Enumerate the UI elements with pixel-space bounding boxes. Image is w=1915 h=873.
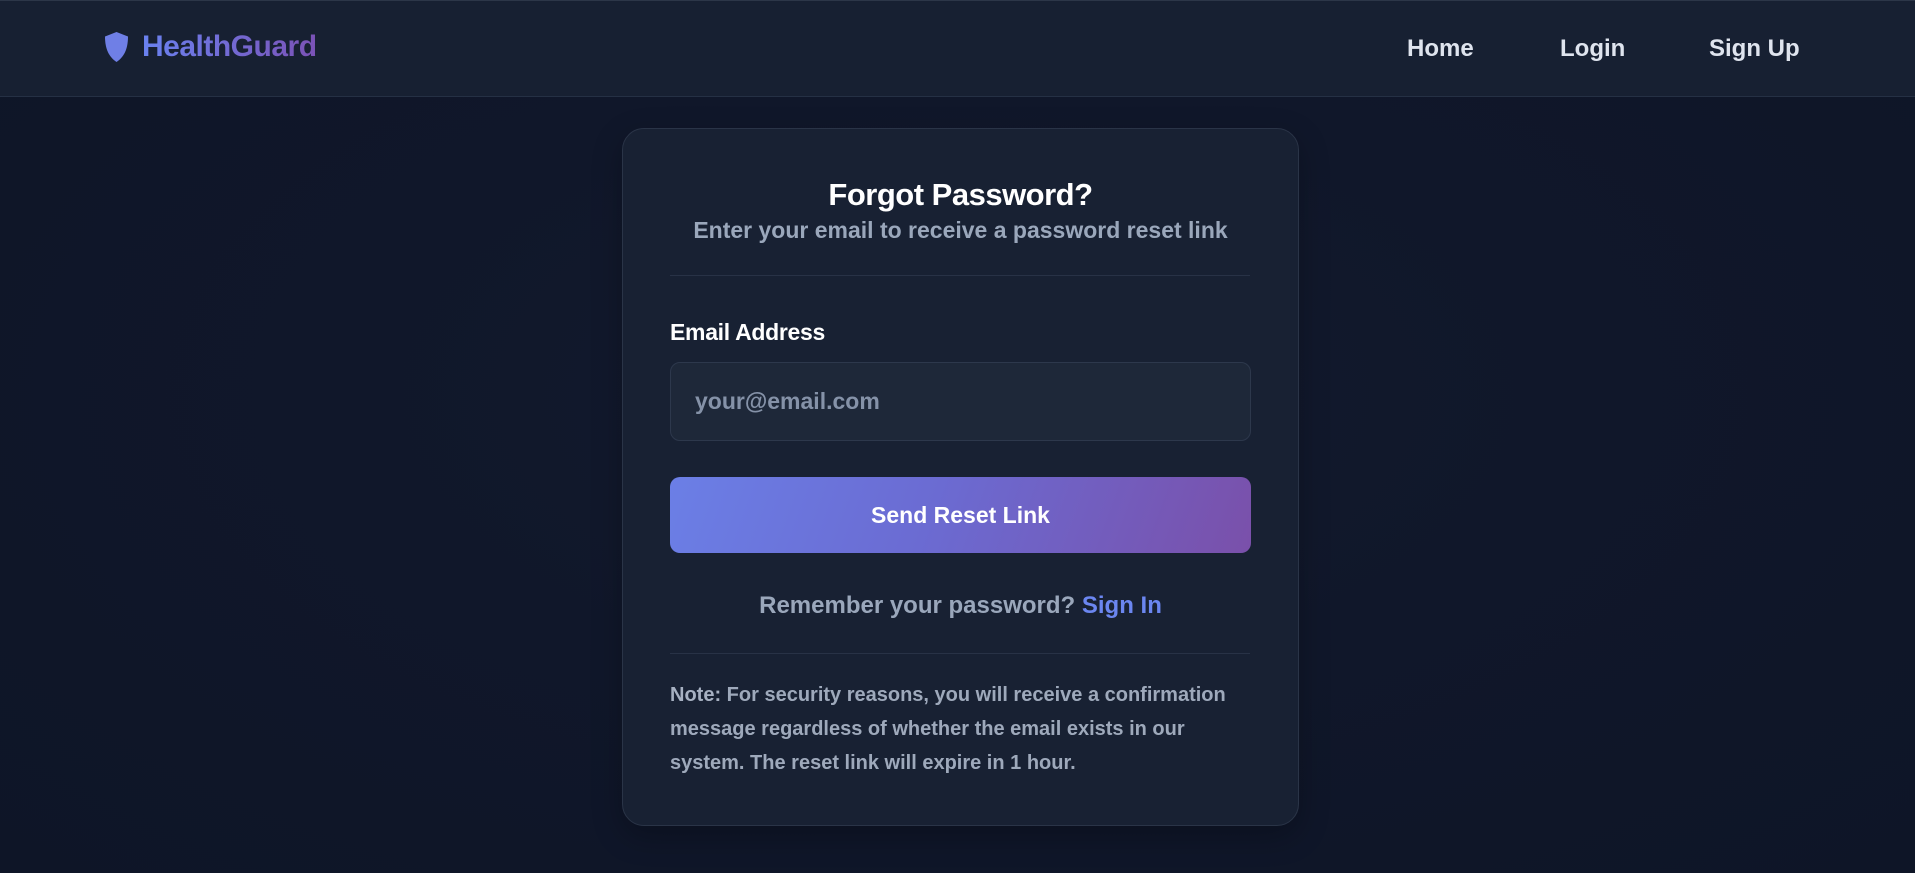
nav-login-link[interactable]: Login bbox=[1560, 35, 1625, 63]
nav-home-link[interactable]: Home bbox=[1407, 35, 1474, 63]
email-field[interactable] bbox=[670, 362, 1251, 441]
divider bbox=[670, 275, 1250, 276]
security-note: Note: For security reasons, you will rec… bbox=[670, 678, 1252, 780]
page-subtitle: Enter your email to receive a password r… bbox=[693, 217, 1228, 243]
remember-password-row: Remember your password? Sign In bbox=[623, 592, 1298, 620]
email-label: Email Address bbox=[670, 319, 826, 345]
nav-signup-link[interactable]: Sign Up bbox=[1709, 35, 1800, 63]
top-navbar: HealthGuard Home Login Sign Up bbox=[0, 0, 1915, 97]
shield-icon bbox=[103, 31, 130, 63]
divider bbox=[670, 653, 1250, 654]
note-label: Note: bbox=[670, 684, 722, 706]
remember-password-text: Remember your password? bbox=[759, 592, 1076, 619]
brand-name: HealthGuard bbox=[142, 30, 317, 63]
note-text: For security reasons, you will receive a… bbox=[670, 684, 1226, 774]
page-title: Forgot Password? bbox=[828, 177, 1093, 212]
brand-logo[interactable]: HealthGuard bbox=[103, 30, 317, 64]
forgot-password-card: Forgot Password? Enter your email to rec… bbox=[622, 128, 1299, 826]
sign-in-link[interactable]: Sign In bbox=[1082, 592, 1162, 619]
send-reset-link-button[interactable]: Send Reset Link bbox=[670, 477, 1251, 553]
